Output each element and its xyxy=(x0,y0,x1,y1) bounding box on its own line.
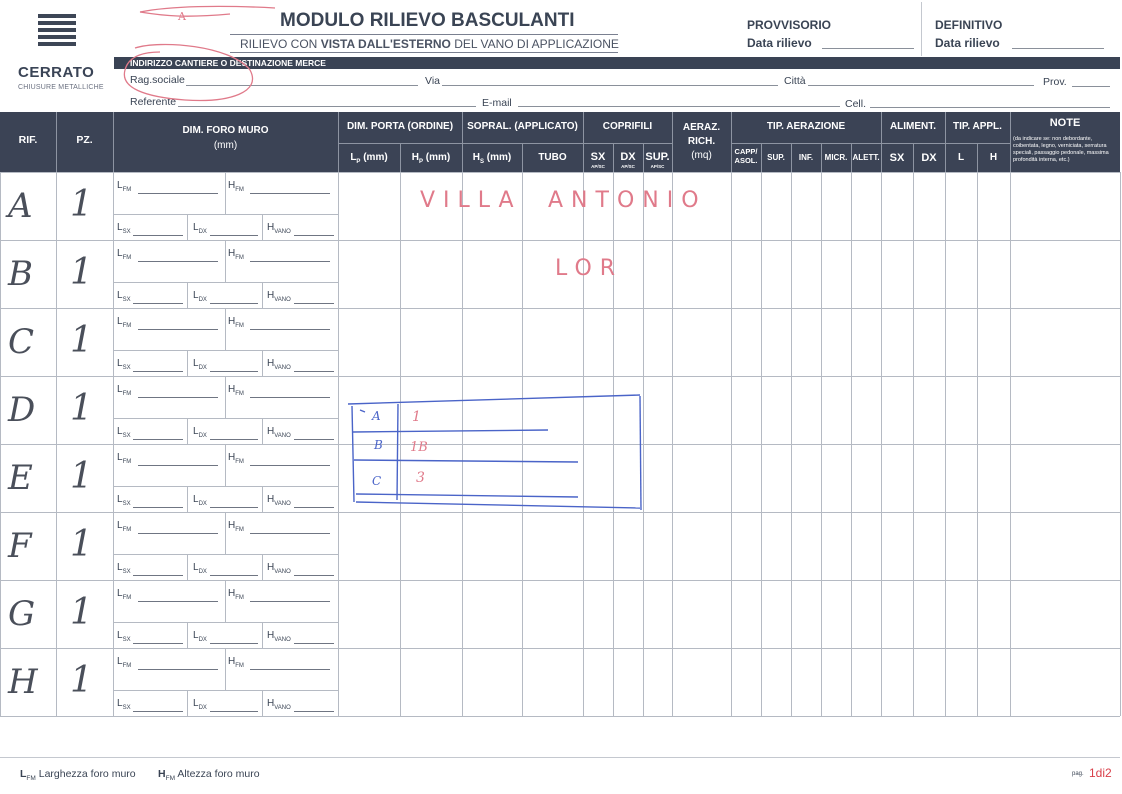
handwritten-antonio: ANTONIO xyxy=(548,188,707,213)
blue-sketch-table xyxy=(347,394,642,511)
sketch-val-a: 1 xyxy=(412,409,421,425)
handwritten-villa: VILLA xyxy=(420,188,522,213)
red-top-mark: A xyxy=(178,10,186,23)
sketch-ref-a: A xyxy=(372,409,381,423)
page-label: pag. xyxy=(1072,771,1084,777)
handwritten-lor: LOR xyxy=(555,256,624,281)
annotations-overlay xyxy=(123,5,642,511)
sketch-ref-b: B xyxy=(374,438,383,452)
red-circle-annotation xyxy=(123,5,276,102)
sketch-val-b: 1B xyxy=(410,440,428,455)
legend-lfm: LFM Larghezza foro muro xyxy=(20,768,136,783)
legend-hfm: HFM Altezza foro muro xyxy=(158,768,260,783)
page-number: 1di2 xyxy=(1089,766,1112,780)
sketch-ref-c: C xyxy=(372,474,382,488)
footer-rule xyxy=(0,757,1120,758)
sketch-val-c: 3 xyxy=(416,470,425,486)
